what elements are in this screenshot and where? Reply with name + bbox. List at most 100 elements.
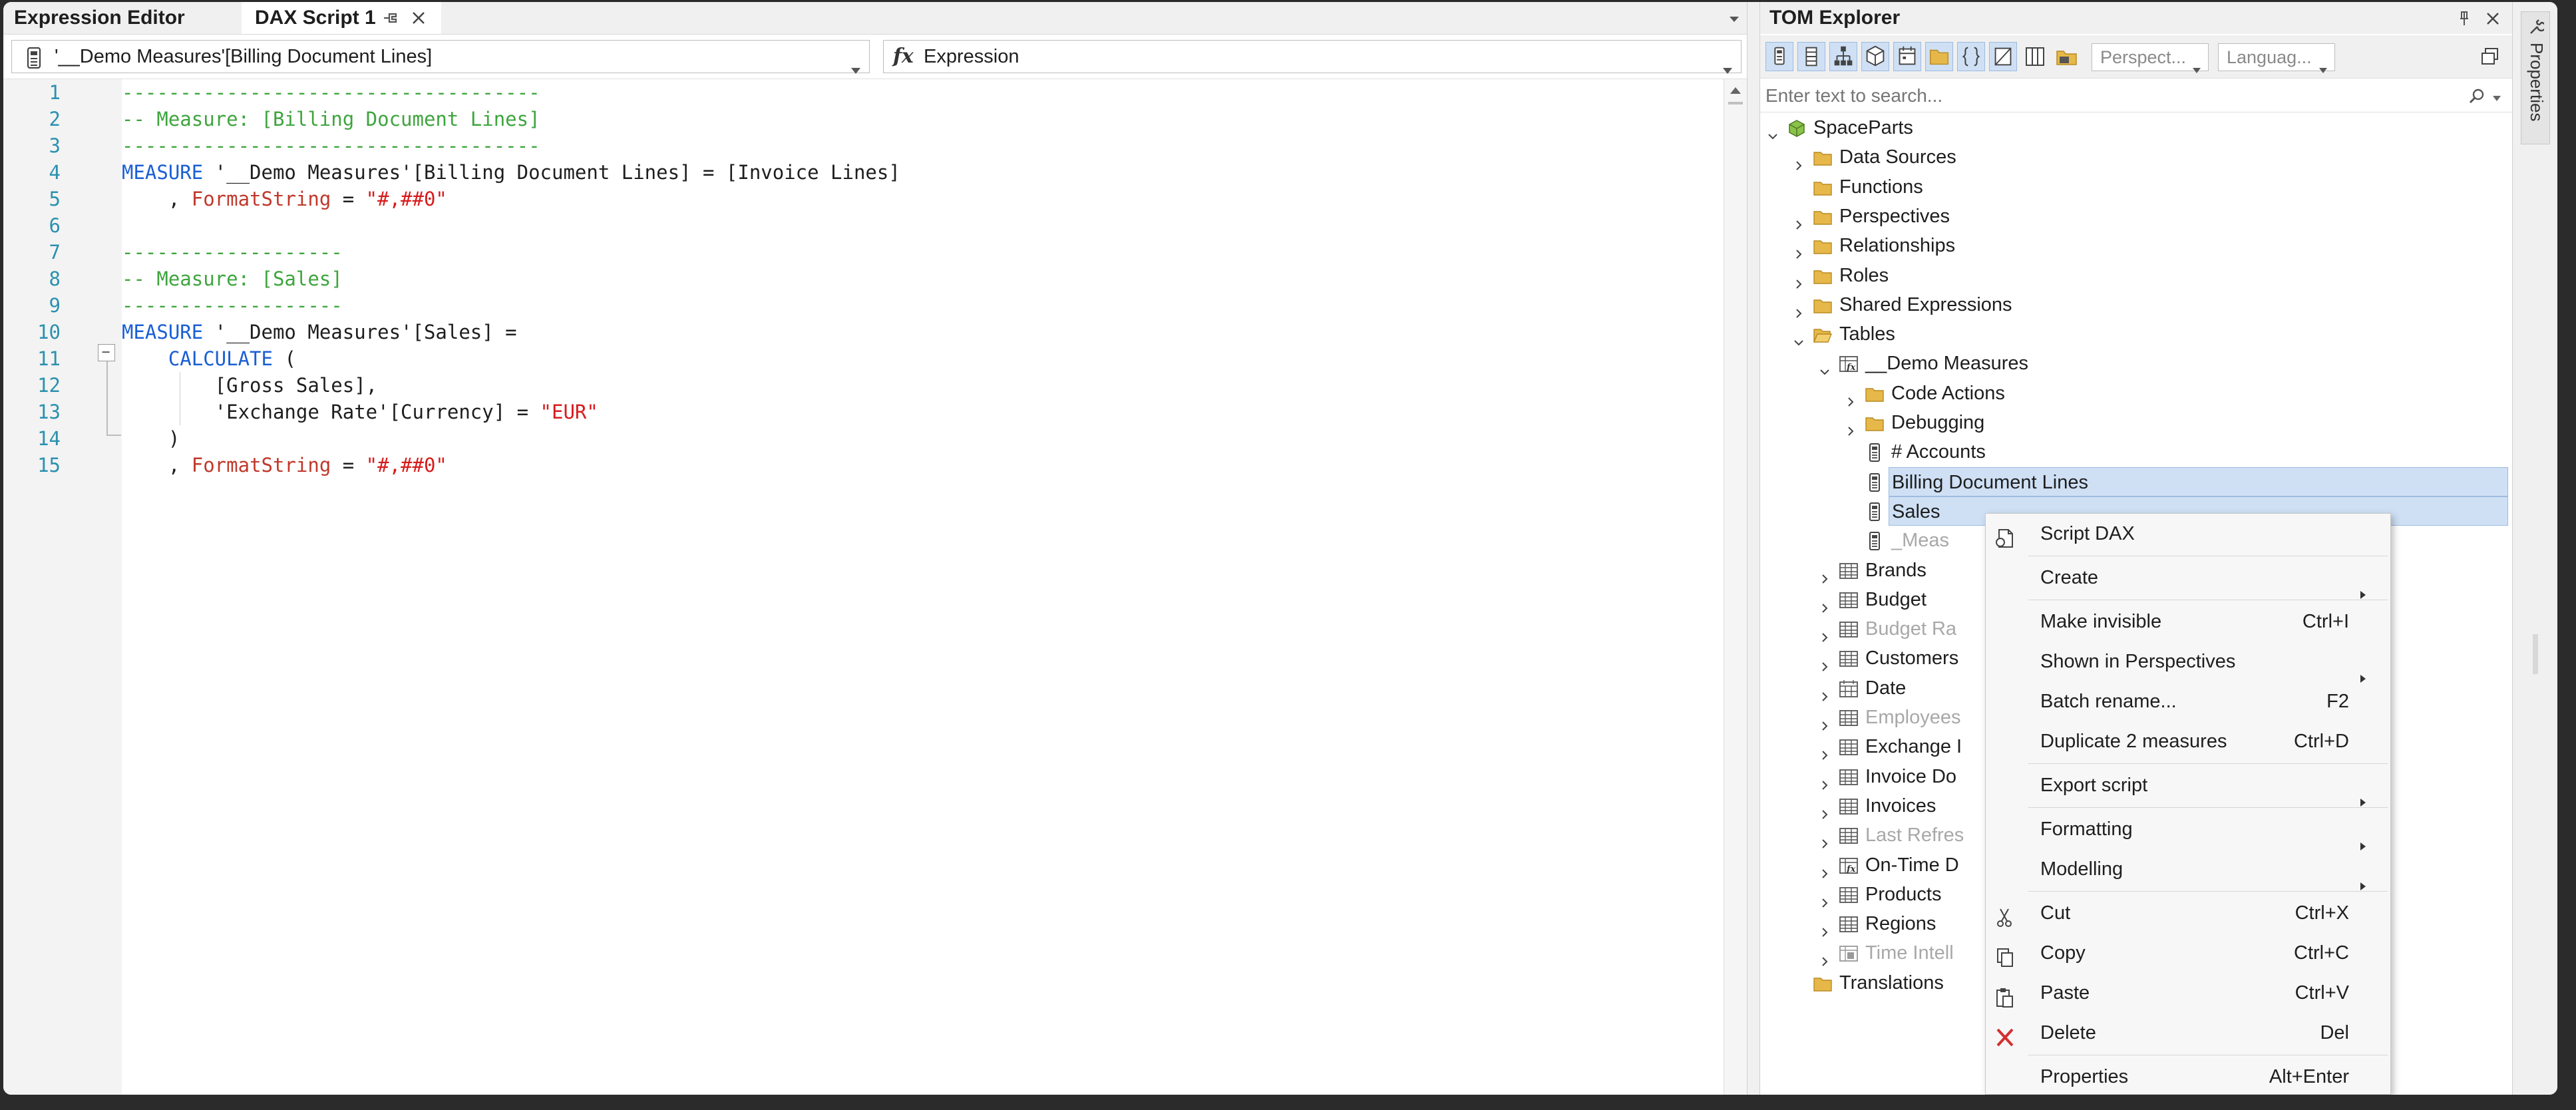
close-icon[interactable] xyxy=(2484,10,2501,27)
menu-item-label: Properties xyxy=(2040,1066,2129,1087)
menu-item-delete[interactable]: Delete Del xyxy=(1986,1013,2390,1053)
chevron-down-icon[interactable] xyxy=(1819,357,1831,375)
tree-node-label: Roles xyxy=(1839,264,1889,286)
chevron-right-icon[interactable] xyxy=(1793,270,1805,289)
menu-item-script-dax[interactable]: Script DAX xyxy=(1986,514,2390,554)
search-icon[interactable] xyxy=(2468,88,2485,105)
chevron-right-icon[interactable] xyxy=(1819,771,1831,790)
property-selector[interactable]: fx Expression xyxy=(883,40,1742,74)
vertical-scrollbar[interactable] xyxy=(1724,79,1747,1095)
menu-item-properties[interactable]: Properties Alt+Enter xyxy=(1986,1057,2390,1095)
chevron-right-icon[interactable] xyxy=(1819,594,1831,613)
chevron-down-icon[interactable] xyxy=(1793,328,1805,346)
show-display-folders-icon[interactable] xyxy=(1925,42,1953,71)
menu-item-duplicate-2-measures[interactable]: Duplicate 2 measures Ctrl+D xyxy=(1986,721,2390,761)
tree-node[interactable]: Functions xyxy=(1760,172,2508,202)
tree-node[interactable]: Roles xyxy=(1760,261,2508,290)
menu-item-make-invisible[interactable]: Make invisible Ctrl+I xyxy=(1986,602,2390,642)
menu-item-shown-in-perspectives[interactable]: Shown in Perspectives xyxy=(1986,642,2390,683)
line-number: 6 xyxy=(49,214,61,237)
show-hidden-icon[interactable] xyxy=(1989,42,2017,71)
chevron-right-icon[interactable] xyxy=(1793,210,1805,230)
tree-node[interactable]: fx __Demo Measures xyxy=(1760,349,2508,378)
chevron-right-icon[interactable] xyxy=(1793,240,1805,259)
language-dropdown[interactable]: Languag... xyxy=(2218,43,2335,73)
show-columns-icon[interactable] xyxy=(1797,42,1825,71)
tree-node[interactable]: Tables xyxy=(1760,319,2508,349)
chevron-right-icon[interactable] xyxy=(1819,564,1831,584)
tree-node[interactable]: # Accounts xyxy=(1760,437,2508,466)
menu-item-formatting[interactable]: Formatting xyxy=(1986,809,2390,850)
fold-guide-end xyxy=(106,435,121,436)
pin-icon[interactable] xyxy=(381,9,400,27)
menu-item-batch-rename[interactable]: Batch rename... F2 xyxy=(1986,681,2390,721)
menu-item-copy[interactable]: Copy Ctrl+C xyxy=(1986,933,2390,973)
perspective-dropdown[interactable]: Perspect... xyxy=(2092,43,2209,73)
chevron-right-icon[interactable] xyxy=(1819,711,1831,731)
chevron-right-icon[interactable] xyxy=(1793,151,1805,171)
chevron-right-icon[interactable] xyxy=(1819,918,1831,937)
submenu-arrow-icon xyxy=(2360,825,2366,850)
object-selector-value: '__Demo Measures'[Billing Document Lines… xyxy=(55,46,433,67)
chevron-right-icon[interactable] xyxy=(1819,859,1831,878)
copy-window-icon[interactable] xyxy=(2476,42,2504,71)
code-token: -- Measure: [Sales] xyxy=(122,268,343,290)
chevron-right-icon[interactable] xyxy=(1819,947,1831,967)
tree-node-label: Functions xyxy=(1839,176,1923,198)
chevron-down-icon xyxy=(2318,55,2328,73)
chevron-right-icon[interactable] xyxy=(1819,682,1831,701)
show-partitions-icon[interactable] xyxy=(1861,42,1889,71)
tree-node[interactable]: Billing Document Lines xyxy=(1760,466,2508,496)
menu-item-shortcut: Alt+Enter xyxy=(2269,1066,2349,1087)
menu-item-modelling[interactable]: Modelling xyxy=(1986,849,2390,890)
properties-tab[interactable]: Properties xyxy=(2521,11,2550,144)
column-view-icon[interactable] xyxy=(2021,42,2049,71)
chevron-down-icon[interactable] xyxy=(1727,11,1742,26)
tree-node[interactable]: Data Sources xyxy=(1760,142,2508,172)
tree-node[interactable]: SpaceParts xyxy=(1760,113,2508,142)
info-folder-icon[interactable] xyxy=(2053,42,2081,71)
tab-expression-editor[interactable]: Expression Editor xyxy=(14,2,185,34)
menu-item-cut[interactable]: Cut Ctrl+X xyxy=(1986,893,2390,933)
search-input[interactable] xyxy=(1764,80,2432,112)
measure-icon xyxy=(1865,442,1885,462)
line-number: 11 xyxy=(37,347,61,370)
code-token: '__Demo Measures'[Billing Document Lines… xyxy=(203,161,900,184)
chevron-right-icon[interactable] xyxy=(1819,829,1831,848)
copy-icon xyxy=(1994,942,2016,967)
chevron-down-icon[interactable] xyxy=(1767,122,1779,140)
close-icon[interactable] xyxy=(409,9,428,27)
chevron-right-icon[interactable] xyxy=(1819,888,1831,908)
menu-item-paste[interactable]: Paste Ctrl+V xyxy=(1986,973,2390,1013)
menu-item-create[interactable]: Create xyxy=(1986,558,2390,599)
fold-toggle[interactable] xyxy=(98,344,115,361)
panel-splitter[interactable] xyxy=(1747,2,1760,1095)
show-hierarchies-icon[interactable] xyxy=(1829,42,1857,71)
chevron-right-icon[interactable] xyxy=(1819,623,1831,642)
chevron-right-icon[interactable] xyxy=(1819,800,1831,819)
menu-item-export-script[interactable]: Export script xyxy=(1986,765,2390,807)
tree-node[interactable]: Debugging xyxy=(1760,408,2508,437)
chevron-right-icon[interactable] xyxy=(1793,299,1805,318)
braces-icon[interactable] xyxy=(1957,42,1985,71)
show-measures-icon[interactable] xyxy=(1765,42,1793,71)
menu-item-label: Modelling xyxy=(2040,858,2123,880)
tree-node[interactable]: Shared Expressions xyxy=(1760,290,2508,319)
pin-icon[interactable] xyxy=(2456,10,2473,27)
show-calendar-icon[interactable] xyxy=(1893,42,1921,71)
tree-node[interactable]: Code Actions xyxy=(1760,379,2508,408)
menu-item-label: Script DAX xyxy=(2040,523,2135,544)
object-selector[interactable]: '__Demo Measures'[Billing Document Lines… xyxy=(11,40,870,74)
chevron-right-icon[interactable] xyxy=(1845,387,1857,407)
chevron-right-icon[interactable] xyxy=(1819,652,1831,672)
chevron-right-icon[interactable] xyxy=(1845,417,1857,436)
tree-node[interactable]: Relationships xyxy=(1760,231,2508,260)
scroll-thumb[interactable] xyxy=(1728,102,1743,104)
tree-node[interactable]: Perspectives xyxy=(1760,202,2508,231)
chevron-down-icon[interactable] xyxy=(2492,93,2501,101)
scroll-up-icon[interactable] xyxy=(1730,86,1742,95)
tree-node-label: Customers xyxy=(1865,648,1959,669)
code-editor[interactable]: 1 2 3 4 5 6 7 8 9 10 11 12 13 14 15 ------------------… xyxy=(3,79,1724,1095)
table-icon xyxy=(1839,914,1859,934)
chevron-right-icon[interactable] xyxy=(1819,741,1831,761)
